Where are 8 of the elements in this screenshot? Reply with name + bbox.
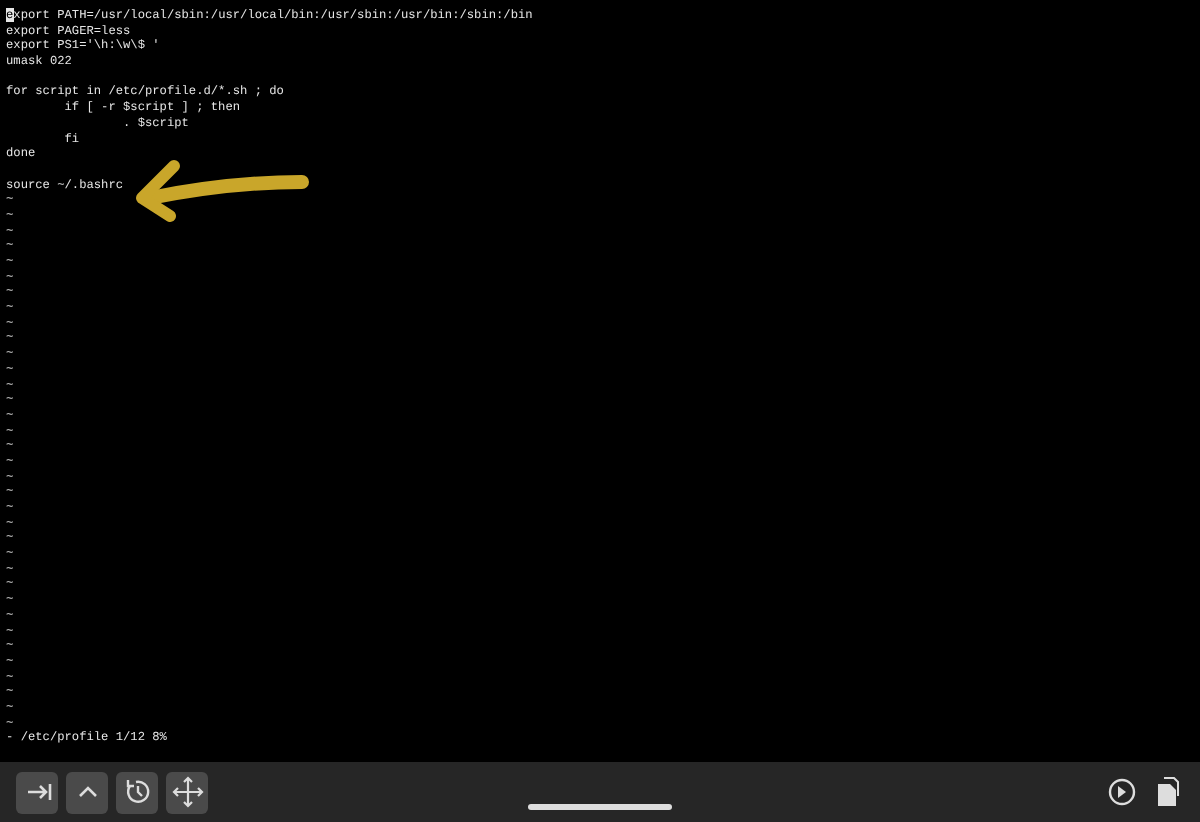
toolbar-button[interactable] xyxy=(66,771,108,813)
toolbar-button[interactable] xyxy=(116,771,158,813)
home-indicator xyxy=(528,804,672,810)
caret-icon xyxy=(75,784,99,800)
move-arrows-icon xyxy=(169,774,205,810)
play-circle-icon[interactable] xyxy=(1104,774,1140,810)
toolbar-button[interactable] xyxy=(166,771,208,813)
toolbar-button[interactable] xyxy=(16,771,58,813)
